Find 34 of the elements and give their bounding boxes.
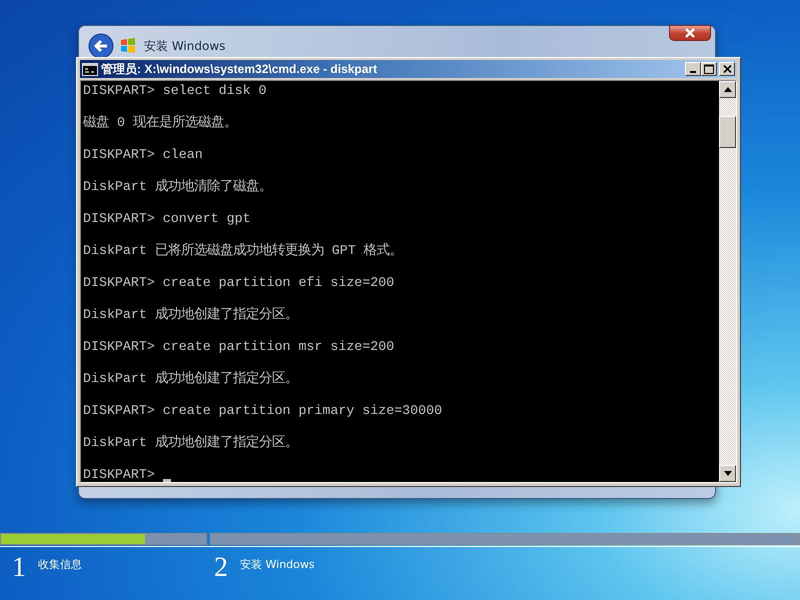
step-label: 收集信息 [38,557,82,572]
window-title: 管理员: X:\windows\system32\cmd.exe - diskpart [101,60,378,78]
console-line: 磁盘 0 现在是所选磁盘。 [83,115,237,131]
minimize-button[interactable] [685,62,701,76]
console-line: DISKPART> convert gpt [83,211,251,227]
scrollbar[interactable] [719,81,736,482]
console-line: DISKPART> select disk 0 [83,83,267,99]
console-line: DISKPART> clean [83,147,203,163]
maximize-icon [704,64,714,74]
step-number: 1 [12,553,26,583]
windows-flag-icon [120,38,136,54]
close-icon [722,65,732,73]
console-line: DiskPart 成功地创建了指定分区。 [83,307,298,323]
console-line: DISKPART> create partition primary size=30000 [83,403,442,419]
scroll-thumb[interactable] [719,116,736,148]
console-line: DiskPart 成功地创建了指定分区。 [83,435,298,451]
console-icon [82,62,98,76]
text-cursor [162,479,171,482]
console-line: DISKPART> create partition efi size=200 [83,275,394,291]
console-line: DiskPart 已将所选磁盘成功地转更换为 GPT 格式。 [83,243,403,259]
scroll-down-button[interactable] [719,465,736,482]
step-number: 2 [214,553,228,583]
step-label: 安装 Windows [240,557,315,572]
close-button[interactable] [669,25,711,41]
maximize-button[interactable] [701,62,717,76]
window-title: 安装 Windows [144,38,226,54]
console-line: DISKPART> [83,467,155,482]
console-line: DiskPart 成功地创建了指定分区。 [83,371,298,387]
console-line: DiskPart 成功地清除了磁盘。 [83,179,272,195]
up-triangle-icon [724,87,732,92]
scroll-up-button[interactable] [719,81,736,98]
down-triangle-icon [724,471,732,476]
close-icon [684,28,696,38]
console-line: DISKPART> create partition msr size=200 [83,339,394,355]
